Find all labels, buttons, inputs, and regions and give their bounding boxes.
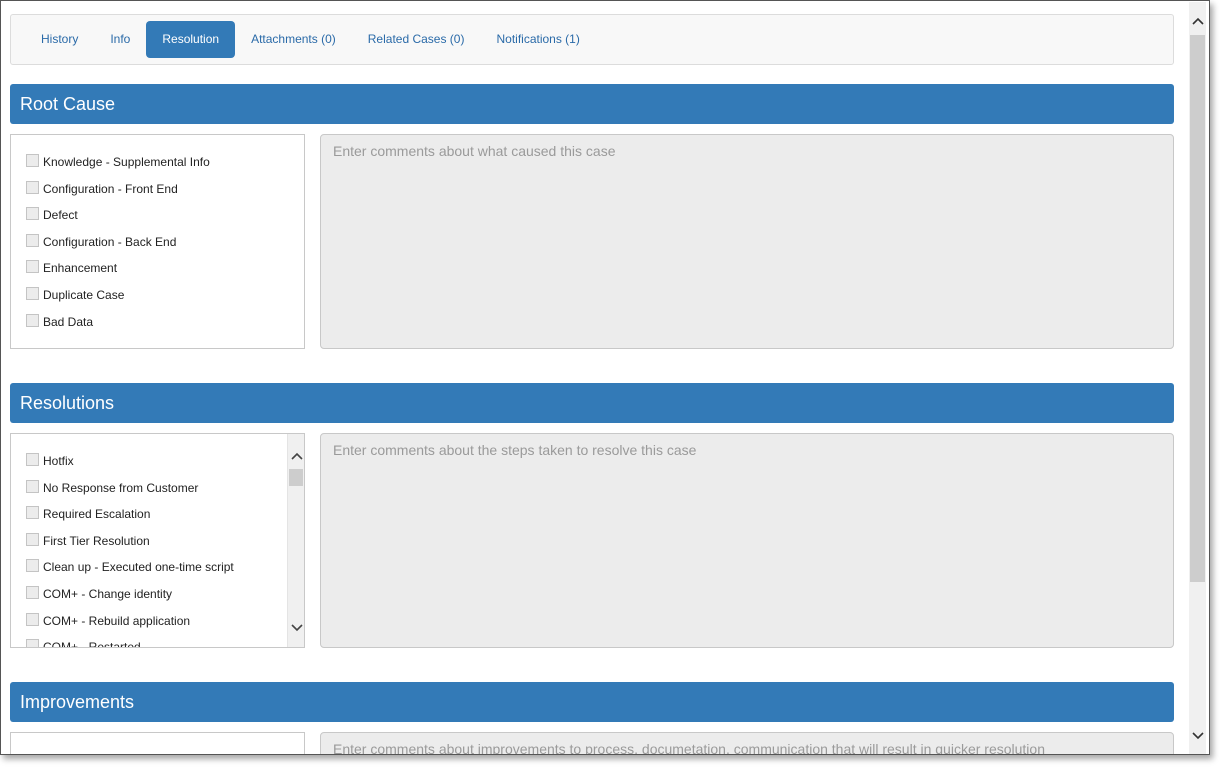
chevron-up-icon[interactable]: [1189, 12, 1206, 28]
checkbox[interactable]: [26, 479, 39, 493]
checkbox[interactable]: [26, 559, 39, 573]
checkbox[interactable]: [26, 506, 39, 520]
checkbox[interactable]: [26, 180, 39, 194]
checkbox-label: Clean up - Executed one-time script: [43, 560, 234, 575]
checkbox-label: Hotfix: [43, 454, 74, 468]
checkbox-label: COM+ - Rebuild application: [43, 613, 191, 628]
checkbox[interactable]: [26, 207, 39, 221]
checkbox[interactable]: [26, 233, 39, 247]
checkbox-label: Duplicate Case: [43, 287, 125, 302]
checkbox-item[interactable]: Knowledge - Supplemental Info: [26, 151, 304, 178]
checkbox-item[interactable]: Enhancement: [26, 257, 304, 284]
scrollbar-thumb[interactable]: [289, 469, 303, 486]
checkbox[interactable]: [26, 286, 39, 300]
case-window: History Info Resolution Attachments (0) …: [0, 0, 1210, 755]
tab-notifications[interactable]: Notifications (1): [480, 21, 595, 58]
checkbox[interactable]: [26, 532, 39, 546]
checkbox-label: Bad Data: [43, 314, 94, 329]
checkbox-label: Knowledge - Supplemental Info: [43, 155, 210, 169]
checkbox-label: First Tier Resolution: [43, 533, 150, 548]
checkbox[interactable]: [26, 639, 39, 647]
checkbox-label: Configuration - Front End: [43, 181, 178, 196]
tab-related-cases[interactable]: Related Cases (0): [352, 21, 481, 58]
page-scrollbar[interactable]: [1189, 2, 1206, 754]
root-cause-list: Knowledge - Supplemental Info Configurat…: [10, 134, 305, 349]
resolutions-header: Resolutions: [10, 383, 1174, 423]
checkbox-label: Defect: [43, 208, 78, 223]
improvements-comment-input[interactable]: [320, 732, 1174, 754]
checkbox-label: Required Escalation: [43, 507, 151, 522]
root-cause-comment-input[interactable]: [320, 134, 1174, 349]
checkbox[interactable]: [26, 260, 39, 274]
chevron-down-icon[interactable]: [1189, 727, 1206, 743]
checkbox[interactable]: [26, 154, 39, 167]
tab-history[interactable]: History: [25, 21, 94, 58]
page-scrollbar-thumb[interactable]: [1190, 35, 1205, 582]
tab-bar: History Info Resolution Attachments (0) …: [10, 14, 1174, 65]
tab-attachments[interactable]: Attachments (0): [235, 21, 352, 58]
resolutions-scrollbar[interactable]: [287, 434, 304, 647]
tab-info[interactable]: Info: [94, 21, 146, 58]
resolutions-comment-input[interactable]: [320, 433, 1174, 648]
improvements-header: Improvements: [10, 682, 1174, 722]
checkbox-item[interactable]: COM+ - Rebuild application: [26, 610, 287, 637]
checkbox-item[interactable]: Configuration - Front End: [26, 178, 304, 205]
checkbox-item[interactable]: Duplicate Case: [26, 284, 304, 311]
checkbox-item[interactable]: Clean up - Executed one-time script: [26, 556, 287, 583]
checkbox[interactable]: [26, 313, 39, 327]
checkbox-item[interactable]: No Response from Customer: [26, 477, 287, 504]
tab-resolution[interactable]: Resolution: [146, 21, 236, 58]
checkbox-item[interactable]: COM+ - Restarted: [26, 636, 287, 648]
resolutions-options: Hotfix No Response from Customer Require…: [26, 450, 287, 648]
checkbox-item[interactable]: Configuration - Back End: [26, 231, 304, 258]
checkbox-label: COM+ - Change identity: [43, 586, 173, 601]
root-cause-header: Root Cause: [10, 84, 1174, 124]
checkbox-label: Configuration - Back End: [43, 234, 177, 249]
resolutions-list: Hotfix No Response from Customer Require…: [10, 433, 305, 648]
checkbox-label: COM+ - Restarted: [43, 640, 141, 648]
root-cause-options: Knowledge - Supplemental Info Configurat…: [26, 151, 304, 337]
checkbox-item[interactable]: Required Escalation: [26, 503, 287, 530]
checkbox-item[interactable]: Bad Data: [26, 311, 304, 338]
checkbox[interactable]: [26, 585, 39, 599]
chevron-down-icon[interactable]: [288, 620, 304, 636]
chevron-up-icon[interactable]: [288, 448, 304, 464]
checkbox[interactable]: [26, 612, 39, 626]
checkbox-label: Enhancement: [43, 261, 118, 276]
improvements-list: [10, 732, 305, 754]
checkbox-item[interactable]: COM+ - Change identity: [26, 583, 287, 610]
tabs: History Info Resolution Attachments (0) …: [25, 21, 596, 58]
checkbox-label: No Response from Customer: [43, 480, 199, 495]
checkbox-item[interactable]: Hotfix: [26, 450, 287, 477]
checkbox-item[interactable]: Defect: [26, 204, 304, 231]
checkbox-item[interactable]: First Tier Resolution: [26, 530, 287, 557]
checkbox[interactable]: [26, 453, 39, 466]
